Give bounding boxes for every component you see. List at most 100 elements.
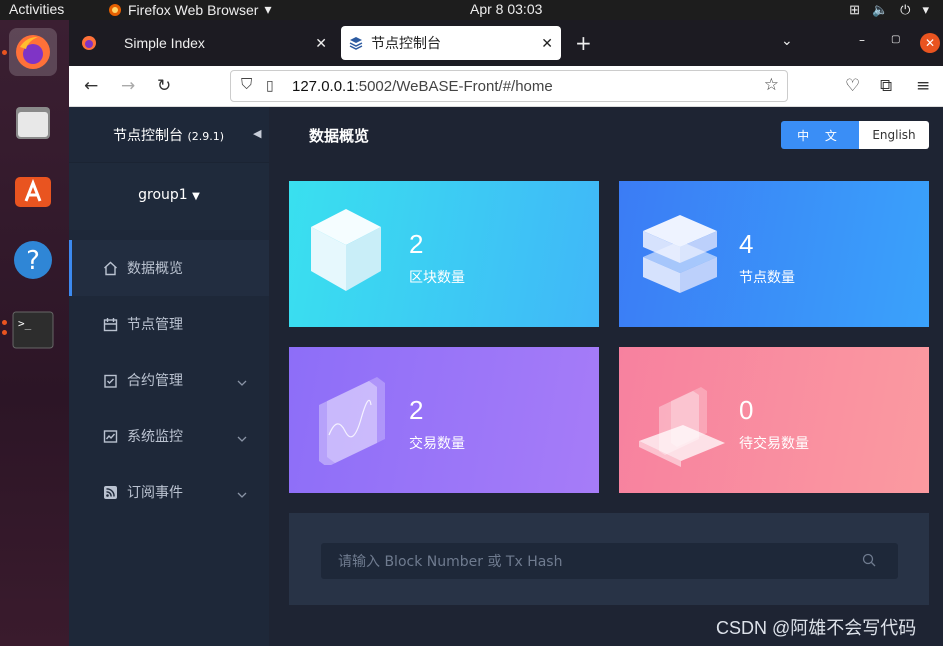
- activities-button[interactable]: Activities: [9, 1, 64, 17]
- card-label: 待交易数量: [739, 436, 809, 452]
- app-name: Firefox Web Browser: [128, 1, 259, 18]
- new-tab-button[interactable]: +: [575, 31, 592, 55]
- chevron-down-icon: [237, 374, 247, 390]
- pending-transaction-card[interactable]: 0 待交易数量: [619, 347, 929, 493]
- dock-firefox[interactable]: [9, 28, 57, 76]
- sidebar: 节点控制台 (2.9.1) ◀ group1 ▼ 数据概览 节点管理 合约管理 …: [69, 107, 269, 646]
- system-tray[interactable]: ⊞ 🔈 ⏻ ▾: [849, 2, 929, 18]
- power-icon: ⏻: [900, 2, 911, 17]
- sidebar-item-label: 合约管理: [127, 373, 183, 389]
- firefox-icon: [16, 35, 50, 69]
- block-count-card[interactable]: 2 区块数量: [289, 181, 599, 327]
- dock-software[interactable]: [9, 166, 57, 214]
- tab-strip: Simple Index ✕ 节点控制台 ✕ + ⌄ – ▢ ✕: [69, 20, 943, 66]
- card-label: 区块数量: [409, 270, 465, 286]
- home-icon: [102, 260, 118, 276]
- dock-terminal[interactable]: >_: [9, 306, 57, 354]
- lang-zh-button[interactable]: 中 文: [781, 121, 859, 149]
- server-icon: [643, 215, 717, 293]
- terminal-icon: >_: [12, 311, 54, 349]
- tab-simple-index[interactable]: Simple Index ✕: [113, 26, 335, 60]
- extensions-icon[interactable]: ⧉: [880, 76, 892, 96]
- language-switch: 中 文 English: [781, 121, 929, 149]
- sidebar-menu: 数据概览 节点管理 合约管理 系统监控 订阅事件: [69, 240, 269, 520]
- tab-label: Simple Index: [124, 35, 205, 51]
- dock-help[interactable]: ?: [9, 236, 57, 284]
- firefox-view-icon[interactable]: [81, 35, 97, 55]
- card-value: 2: [409, 395, 424, 425]
- rss-icon: [102, 484, 118, 500]
- tab-label: 节点控制台: [371, 35, 441, 51]
- sidebar-item-monitor[interactable]: 系统监控: [69, 408, 269, 464]
- firefox-small-icon: [109, 3, 121, 16]
- minimize-button[interactable]: –: [859, 33, 865, 47]
- chevron-down-icon: ▾: [264, 1, 272, 17]
- transaction-count-card[interactable]: 2 交易数量: [289, 347, 599, 493]
- pending-panel-icon: [639, 387, 725, 467]
- files-icon: [16, 107, 50, 139]
- group-name: group1: [138, 187, 188, 203]
- close-icon[interactable]: ✕: [315, 35, 327, 52]
- close-window-button[interactable]: ✕: [920, 33, 940, 53]
- app-version: (2.9.1): [187, 130, 225, 143]
- volume-icon: 🔈: [871, 2, 889, 17]
- sidebar-item-nodes[interactable]: 节点管理: [69, 296, 269, 352]
- network-icon: ⊞: [849, 2, 860, 17]
- sidebar-item-label: 订阅事件: [127, 485, 183, 501]
- collapse-sidebar-icon[interactable]: ◀: [253, 127, 261, 140]
- search-placeholder: 请输入 Block Number 或 Tx Hash: [338, 554, 563, 570]
- search-icon[interactable]: [862, 553, 876, 571]
- sidebar-item-events[interactable]: 订阅事件: [69, 464, 269, 520]
- page-title: 数据概览: [309, 127, 370, 145]
- tab-node-console[interactable]: 节点控制台 ✕: [341, 26, 561, 60]
- running-indicator: [2, 50, 7, 55]
- layers-icon: [349, 37, 363, 50]
- running-indicator: [2, 320, 7, 325]
- help-icon: ?: [14, 241, 52, 279]
- group-selector[interactable]: group1 ▼: [69, 162, 269, 230]
- sidebar-item-label: 数据概览: [127, 261, 183, 277]
- clock[interactable]: Apr 8 03:03: [470, 1, 542, 17]
- running-indicator: [2, 330, 7, 335]
- chevron-down-icon: ▾: [922, 2, 929, 17]
- pocket-icon[interactable]: ♡: [845, 76, 860, 96]
- menu-icon[interactable]: ≡: [916, 76, 930, 96]
- back-button[interactable]: ←: [84, 76, 98, 96]
- software-center-icon: [15, 177, 51, 207]
- url-path: :5002/WeBASE-Front/#/home: [354, 77, 553, 95]
- dock: ? >_: [0, 20, 69, 646]
- maximize-button[interactable]: ▢: [891, 34, 900, 45]
- calendar-icon: [102, 316, 118, 332]
- card-value: 2: [409, 229, 424, 259]
- card-label: 节点数量: [739, 270, 795, 286]
- search-input[interactable]: 请输入 Block Number 或 Tx Hash: [321, 543, 898, 579]
- sidebar-item-label: 系统监控: [127, 429, 183, 445]
- svg-text:?: ?: [26, 246, 40, 276]
- list-tabs-button[interactable]: ⌄: [781, 33, 793, 49]
- url-bar[interactable]: ⛉ ▯ 127.0.0.1:5002/WeBASE-Front/#/home ☆: [230, 70, 788, 102]
- nav-bar: ← → ↻ ⛉ ▯ 127.0.0.1:5002/WeBASE-Front/#/…: [69, 66, 943, 107]
- dock-files[interactable]: [9, 98, 57, 146]
- bookmark-star-icon[interactable]: ☆: [764, 75, 779, 95]
- app-title: 节点控制台: [113, 128, 183, 144]
- transaction-panel-icon: [319, 377, 385, 465]
- app-menu[interactable]: Firefox Web Browser ▾: [108, 1, 271, 18]
- reload-button[interactable]: ↻: [157, 76, 171, 96]
- node-count-card[interactable]: 4 节点数量: [619, 181, 929, 327]
- chart-icon: [102, 428, 118, 444]
- system-top-bar: Activities Firefox Web Browser ▾ Apr 8 0…: [0, 0, 943, 20]
- search-panel: 请输入 Block Number 或 Tx Hash: [289, 513, 929, 605]
- sidebar-item-contracts[interactable]: 合约管理: [69, 352, 269, 408]
- chevron-down-icon: [237, 430, 247, 446]
- sidebar-item-overview[interactable]: 数据概览: [69, 240, 269, 296]
- shield-icon[interactable]: ⛉: [241, 76, 252, 93]
- forward-button[interactable]: →: [121, 76, 135, 96]
- card-value: 0: [739, 395, 754, 425]
- close-icon[interactable]: ✕: [541, 35, 553, 52]
- svg-text:>_: >_: [18, 317, 32, 330]
- lang-en-button[interactable]: English: [859, 121, 929, 149]
- sidebar-item-label: 节点管理: [127, 317, 183, 333]
- card-label: 交易数量: [409, 436, 465, 452]
- page-info-icon[interactable]: ▯: [266, 77, 274, 94]
- watermark: CSDN @阿雄不会写代码: [716, 618, 917, 638]
